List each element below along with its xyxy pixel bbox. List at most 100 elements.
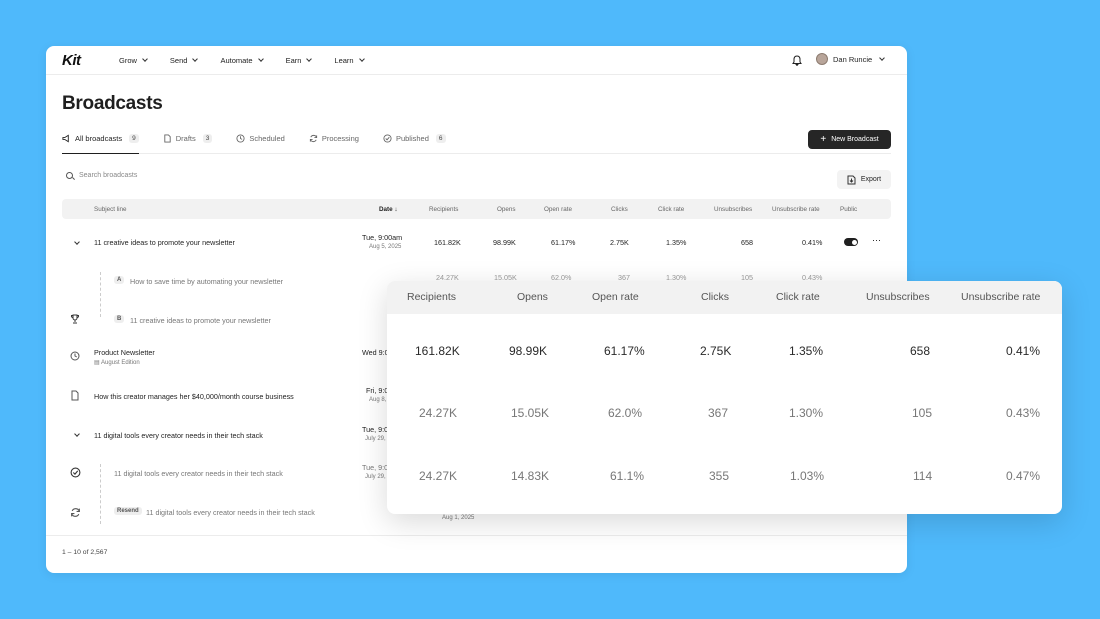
- col-unsubscribe-rate[interactable]: Unsubscribe rate: [772, 206, 820, 213]
- nav-menu: Grow Send Automate Earn Learn: [119, 46, 387, 75]
- public-toggle[interactable]: [844, 238, 858, 246]
- pagination: 1 – 10 of 2,567: [62, 549, 108, 556]
- row-date-sub: Aug 8,: [369, 397, 387, 403]
- row-subtitle: August Edition: [101, 360, 140, 366]
- tab-drafts[interactable]: Drafts 3: [163, 130, 213, 153]
- chevron-down-icon[interactable]: [72, 429, 80, 438]
- document-icon: [70, 390, 80, 403]
- nav-send-label: Send: [169, 56, 188, 65]
- nav-grow[interactable]: Grow: [119, 56, 148, 65]
- card-open-rate: 61.17%: [604, 344, 645, 358]
- chevron-down-icon: [358, 56, 365, 62]
- export-label: Export: [860, 176, 882, 183]
- top-nav: Kit Grow Send Automate Earn Learn Dan Ru…: [46, 46, 907, 75]
- row-subject: 11 digital tools every creator needs in …: [146, 508, 315, 517]
- tab-all-broadcasts[interactable]: All broadcasts 9: [62, 130, 139, 154]
- card-col-unsubscribe-rate: Unsubscribe rate: [961, 291, 1041, 303]
- nav-automate[interactable]: Automate: [220, 56, 264, 65]
- col-open-rate[interactable]: Open rate: [544, 206, 572, 213]
- new-broadcast-button[interactable]: + New Broadcast: [808, 130, 891, 149]
- search-icon: [66, 172, 73, 179]
- col-click-rate[interactable]: Click rate: [658, 206, 684, 213]
- row-opens: 98.99K: [493, 238, 516, 247]
- row-recipients: 161.82K: [434, 238, 461, 247]
- row-date-sub: Aug 1, 2025: [442, 515, 475, 521]
- col-opens[interactable]: Opens: [497, 206, 516, 213]
- document-icon: [164, 134, 171, 143]
- search-input[interactable]: Search broadcasts: [66, 172, 137, 179]
- card-col-unsubscribes: Unsubscribes: [866, 291, 930, 303]
- nav-automate-label: Automate: [220, 56, 253, 65]
- card-col-recipients: Recipients: [407, 291, 457, 303]
- row-date: Wed 9:0: [362, 348, 389, 357]
- card-recipients: 24.27K: [419, 406, 458, 420]
- table-row[interactable]: 11 creative ideas to promote your newsle…: [62, 233, 891, 263]
- card-recipients: 161.82K: [415, 344, 460, 358]
- more-icon[interactable]: ⋯: [872, 235, 881, 246]
- card-col-opens: Opens: [517, 291, 548, 303]
- variant-badge: A: [114, 276, 125, 284]
- card-open-rate: 62.0%: [608, 406, 643, 420]
- export-icon: [847, 175, 856, 184]
- card-unsubs: 658: [910, 344, 931, 358]
- check-circle-icon: [383, 134, 392, 143]
- trophy-icon: [70, 314, 80, 326]
- avatar: [816, 53, 828, 65]
- card-unsub-rate: 0.41%: [1006, 344, 1041, 358]
- clock-icon: [236, 134, 245, 143]
- kit-logo[interactable]: Kit: [62, 52, 81, 69]
- col-date[interactable]: Date ↓: [379, 206, 398, 213]
- variant-badge: B: [114, 315, 125, 323]
- card-click-rate: 1.03%: [790, 469, 825, 483]
- refresh-icon: [70, 507, 81, 520]
- row-clicks: 2.75K: [610, 238, 629, 247]
- resend-badge: Resend: [114, 507, 142, 515]
- row-date-sub: July 29,: [365, 474, 386, 480]
- tab-scheduled[interactable]: Scheduled: [236, 130, 285, 153]
- arrow-down-icon: ↓: [394, 206, 398, 213]
- refresh-icon: [309, 134, 317, 143]
- card-click-rate: 1.30%: [789, 406, 824, 420]
- card-col-clicks: Clicks: [701, 291, 729, 303]
- nav-send[interactable]: Send: [169, 56, 199, 65]
- col-recipients[interactable]: Recipients: [429, 206, 458, 213]
- col-subject[interactable]: Subject line: [94, 206, 127, 213]
- row-click-rate: 1.35%: [666, 238, 687, 247]
- row-subject: Product Newsletter: [94, 348, 155, 357]
- card-col-click-rate: Click rate: [776, 291, 820, 303]
- chevron-down-icon: [192, 56, 199, 62]
- page-title: Broadcasts: [62, 93, 163, 114]
- chevron-down-icon[interactable]: [72, 237, 80, 246]
- chevron-down-icon: [879, 54, 886, 61]
- row-subject: 11 creative ideas to promote your newsle…: [130, 316, 271, 325]
- tab-processing[interactable]: Processing: [309, 130, 359, 153]
- edition-label: ▤ August Edition: [94, 359, 140, 366]
- card-recipients: 24.27K: [419, 469, 458, 483]
- tab-count: 9: [129, 134, 139, 143]
- user-menu[interactable]: Dan Runcie: [816, 53, 886, 65]
- col-unsubscribes[interactable]: Unsubscribes: [714, 206, 752, 213]
- card-opens: 15.05K: [511, 406, 550, 420]
- chevron-down-icon: [257, 56, 264, 62]
- row-date: Tue, 9:00am: [362, 233, 403, 242]
- chevron-down-icon: [306, 56, 313, 62]
- note-icon: ▤: [94, 360, 100, 366]
- search-placeholder: Search broadcasts: [79, 172, 138, 179]
- card-clicks: 355: [709, 469, 730, 483]
- nav-earn[interactable]: Earn: [286, 56, 313, 65]
- col-public[interactable]: Public: [840, 206, 857, 213]
- plus-icon: +: [820, 133, 827, 145]
- card-clicks: 2.75K: [700, 344, 732, 358]
- tab-published[interactable]: Published 6: [383, 130, 446, 153]
- nav-learn[interactable]: Learn: [334, 56, 365, 65]
- tab-count: 6: [435, 134, 446, 143]
- card-clicks: 367: [708, 406, 729, 420]
- card-open-rate: 61.1%: [610, 469, 645, 483]
- col-clicks[interactable]: Clicks: [611, 206, 628, 213]
- card-click-rate: 1.35%: [789, 344, 824, 358]
- export-button[interactable]: Export: [837, 170, 891, 189]
- bell-icon[interactable]: [792, 55, 802, 66]
- tab-bar: All broadcasts 9 Drafts 3 Scheduled Proces…: [62, 130, 891, 154]
- megaphone-icon: [62, 134, 69, 143]
- col-date-label: Date: [379, 206, 393, 213]
